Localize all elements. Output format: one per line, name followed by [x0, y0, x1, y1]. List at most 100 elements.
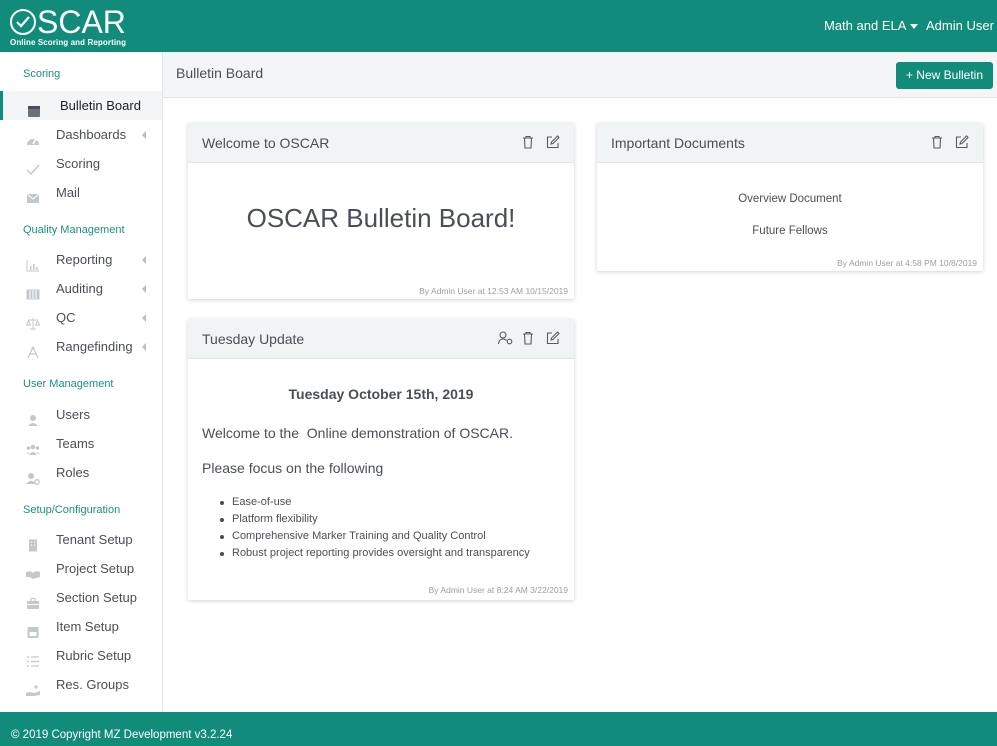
document-link-overview[interactable]: Overview Document — [597, 193, 983, 205]
envelope-icon — [26, 186, 40, 203]
user-dropdown[interactable]: Admin User — [926, 0, 997, 52]
chevron-left-icon — [142, 131, 146, 139]
section-label-user-management: User Management — [23, 378, 114, 390]
user-dropdown-label: Admin User — [926, 18, 994, 33]
page-title: Bulletin Board — [176, 65, 264, 81]
compass-icon — [26, 340, 40, 359]
users-icon — [26, 437, 40, 455]
caret-down-icon — [910, 24, 919, 30]
user-cog-icon[interactable] — [497, 331, 513, 346]
sidebar-item-reporting[interactable]: Reporting — [0, 245, 162, 274]
sidebar-item-res-groups[interactable]: Res. Groups — [0, 670, 162, 699]
sidebar-item-mail[interactable]: Mail — [0, 178, 162, 207]
list-item: Comprehensive Marker Training and Qualit… — [220, 528, 530, 545]
list-item: Robust project reporting provides oversi… — [220, 545, 530, 562]
sidebar-item-label: Bulletin Board — [60, 98, 141, 113]
card-title: Welcome to OSCAR — [202, 135, 330, 151]
sidebar-item-dashboards[interactable]: Dashboards — [0, 120, 162, 149]
document-link-future-fellows[interactable]: Future Fellows — [597, 225, 983, 237]
trash-icon[interactable] — [522, 331, 536, 346]
sidebar-item-item-setup[interactable]: Item Setup — [0, 612, 162, 641]
sidebar: Scoring Bulletin Board Dashboards Scorin… — [0, 52, 163, 712]
user-icon — [26, 408, 40, 426]
sidebar-item-auditing[interactable]: Auditing — [0, 274, 162, 303]
edit-icon[interactable] — [546, 135, 560, 150]
bulletin-card-welcome: Welcome to OSCAR OSCAR Bulletin Board! B… — [188, 123, 574, 299]
new-bulletin-button[interactable]: + New Bulletin — [895, 62, 993, 89]
tachometer-icon — [26, 128, 40, 145]
sidebar-item-rangefinding[interactable]: Rangefinding — [0, 332, 162, 361]
sidebar-item-label: Rubric Setup — [56, 648, 132, 663]
section-label-scoring: Scoring — [23, 68, 61, 80]
sidebar-item-label: Auditing — [56, 281, 103, 296]
list-item: Platform flexibility — [220, 511, 530, 528]
calendar-icon — [27, 99, 41, 117]
sidebar-item-label: QC — [56, 310, 76, 325]
sidebar-item-label: Teams — [56, 436, 95, 451]
card-title: Important Documents — [611, 135, 745, 151]
columns-icon — [26, 282, 40, 300]
bulletin-board-content: Welcome to OSCAR OSCAR Bulletin Board! B… — [163, 98, 997, 712]
sidebar-item-users[interactable]: Users — [0, 400, 162, 429]
chevron-left-icon — [142, 256, 146, 264]
edit-icon[interactable] — [546, 331, 560, 346]
bulletin-footer: By Admin User at 4:58 PM 10/8/2019 — [837, 258, 977, 268]
card-tools — [497, 331, 560, 347]
bulletin-card-tuesday-update: Tuesday Update Tuesday October 15th, 201… — [188, 319, 574, 600]
sidebar-item-label: Scoring — [56, 156, 101, 171]
sidebar-item-label: Res. Groups — [56, 677, 129, 692]
logo-text: SCAR — [37, 4, 126, 40]
bulletin-footer: By Admin User at 8:24 AM 3/22/2019 — [428, 585, 568, 595]
trash-icon[interactable] — [931, 135, 945, 150]
chevron-left-icon — [142, 285, 146, 293]
sidebar-item-label: Section Setup — [56, 590, 137, 605]
subject-dropdown[interactable]: Math and ELA — [824, 0, 919, 52]
section-label-quality-management: Quality Management — [23, 224, 125, 236]
sidebar-item-tenant-setup[interactable]: Tenant Setup — [0, 525, 162, 554]
chevron-left-icon — [142, 343, 146, 351]
logo-wordmark: SCAR — [10, 6, 126, 38]
trash-icon[interactable] — [522, 135, 536, 150]
card-header: Welcome to OSCAR — [188, 123, 574, 163]
page-title-bar: Bulletin Board + New Bulletin — [163, 52, 997, 98]
sidebar-item-qc[interactable]: QC — [0, 303, 162, 332]
sidebar-item-label: Item Setup — [56, 619, 119, 634]
sidebar-item-bulletin-board[interactable]: Bulletin Board — [0, 91, 162, 120]
top-navbar: SCAR Online Scoring and Reporting Math a… — [0, 0, 997, 52]
window-icon — [26, 620, 40, 638]
chevron-left-icon — [142, 314, 146, 322]
sidebar-item-project-setup[interactable]: Project Setup — [0, 554, 162, 583]
sidebar-item-label: Reporting — [56, 252, 113, 267]
sidebar-item-roles[interactable]: Roles — [0, 458, 162, 487]
card-tools — [931, 135, 969, 151]
sidebar-item-label: Users — [56, 407, 90, 422]
bulletin-focus-text: Please focus on the following — [202, 460, 384, 476]
edit-icon[interactable] — [955, 135, 969, 150]
balance-scale-icon — [25, 311, 41, 330]
list-icon — [26, 649, 40, 667]
bulletin-heading: OSCAR Bulletin Board! — [246, 203, 516, 233]
sidebar-item-label: Project Setup — [56, 561, 135, 576]
logo-subtitle: Online Scoring and Reporting — [10, 38, 127, 47]
sidebar-item-label: Tenant Setup — [56, 532, 133, 547]
handshake-icon — [26, 562, 40, 579]
card-header: Important Documents — [597, 123, 983, 163]
sidebar-item-label: Mail — [56, 185, 80, 200]
card-title: Tuesday Update — [202, 331, 305, 347]
toolbox-icon — [26, 591, 40, 609]
check-circle-icon — [10, 9, 36, 35]
sidebar-item-label: Dashboards — [56, 127, 127, 142]
card-tools — [522, 135, 560, 151]
sidebar-item-teams[interactable]: Teams — [0, 429, 162, 458]
bulletin-footer: By Admin User at 12:53 AM 10/15/2019 — [419, 286, 568, 296]
bulletin-intro-text: Welcome to the Online demonstration of O… — [202, 425, 513, 441]
sidebar-item-rubric-setup[interactable]: Rubric Setup — [0, 641, 162, 670]
page-footer: © 2019 Copyright MZ Development v3.2.24 — [0, 712, 997, 746]
sidebar-item-scoring[interactable]: Scoring — [0, 149, 162, 178]
oscar-logo[interactable]: SCAR Online Scoring and Reporting — [10, 6, 150, 48]
section-label-setup-configuration: Setup/Configuration — [23, 504, 121, 516]
building-icon — [26, 533, 40, 552]
list-item: Ease-of-use — [220, 494, 530, 511]
sidebar-item-section-setup[interactable]: Section Setup — [0, 583, 162, 612]
subject-dropdown-label: Math and ELA — [824, 18, 907, 33]
